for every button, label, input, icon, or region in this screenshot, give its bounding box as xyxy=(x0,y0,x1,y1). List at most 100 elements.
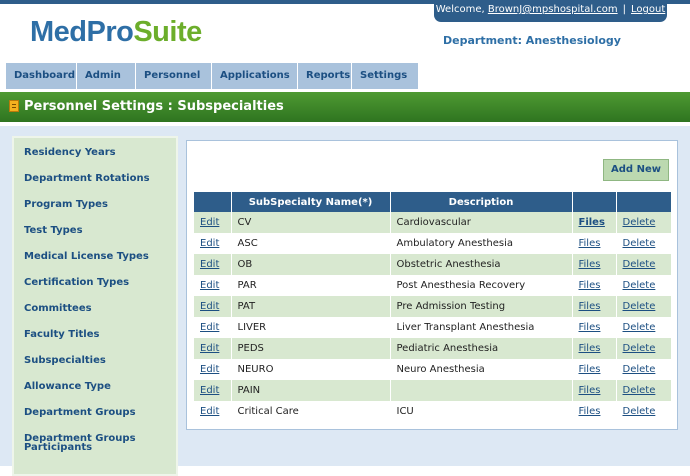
subspecialty-description: ICU xyxy=(390,401,573,422)
delete-link[interactable]: Delete xyxy=(623,385,656,396)
department-label: Department: Anesthesiology xyxy=(443,34,621,47)
edit-link[interactable]: Edit xyxy=(200,301,219,312)
tab-admin[interactable]: Admin xyxy=(77,63,136,89)
delete-link[interactable]: Delete xyxy=(623,322,656,333)
subspecialty-name: PEDS xyxy=(231,338,391,359)
table-row: Edit OB Obstetric Anesthesia Files Delet… xyxy=(194,254,672,275)
app-logo: MedProSuite xyxy=(30,16,202,49)
tab-settings[interactable]: Settings xyxy=(352,63,419,89)
table-row: Edit PAIN Files Delete xyxy=(194,380,672,401)
edit-link[interactable]: Edit xyxy=(200,280,219,291)
files-link[interactable]: Files xyxy=(579,259,601,270)
subspecialty-name: NEURO xyxy=(231,359,391,380)
files-link[interactable]: Files xyxy=(579,406,601,417)
edit-link[interactable]: Edit xyxy=(200,385,219,396)
delete-link[interactable]: Delete xyxy=(623,364,656,375)
welcome-separator: | xyxy=(622,4,627,15)
edit-link[interactable]: Edit xyxy=(200,238,219,249)
table-header-row: SubSpecialty Name(*) Description xyxy=(194,192,672,212)
subspecialty-name: PAIN xyxy=(231,380,391,401)
subspecialties-table: SubSpecialty Name(*) Description Edit CV… xyxy=(194,192,672,422)
subspecialty-description: Neuro Anesthesia xyxy=(390,359,573,380)
files-link[interactable]: Files xyxy=(579,343,601,354)
tab-reports[interactable]: Reports xyxy=(298,63,352,89)
delete-link[interactable]: Delete xyxy=(623,343,656,354)
subspecialty-description: Pre Admission Testing xyxy=(390,296,573,317)
settings-sidebar: Residency Years Department Rotations Pro… xyxy=(12,136,178,476)
logo-part-suite: Suite xyxy=(133,16,202,48)
subspecialty-name: LIVER xyxy=(231,317,391,338)
sidebar-item-department-rotations[interactable]: Department Rotations xyxy=(24,174,174,184)
tab-dashboard[interactable]: Dashboard xyxy=(6,63,77,89)
subspecialty-description: Obstetric Anesthesia xyxy=(390,254,573,275)
page-title: Personnel Settings : Subspecialties xyxy=(24,99,284,114)
subspecialty-name: CV xyxy=(231,212,391,233)
files-link[interactable]: Files xyxy=(579,238,601,249)
edit-link[interactable]: Edit xyxy=(200,343,219,354)
table-row: Edit ASC Ambulatory Anesthesia Files Del… xyxy=(194,233,672,254)
subspecialty-description: Liver Transplant Anesthesia xyxy=(390,317,573,338)
files-link[interactable]: Files xyxy=(579,385,601,396)
sidebar-item-faculty-titles[interactable]: Faculty Titles xyxy=(24,330,174,340)
delete-link[interactable]: Delete xyxy=(623,280,656,291)
col-header-files xyxy=(572,192,617,212)
subspecialty-description: Pediatric Anesthesia xyxy=(390,338,573,359)
edit-link[interactable]: Edit xyxy=(200,406,219,417)
table-row: Edit CV Cardiovascular Files Delete xyxy=(194,212,672,233)
col-header-description[interactable]: Description xyxy=(390,192,573,212)
sidebar-item-test-types[interactable]: Test Types xyxy=(24,226,174,236)
sidebar-item-department-groups-participants[interactable]: Department Groups Participants xyxy=(24,434,174,453)
edit-link[interactable]: Edit xyxy=(200,259,219,270)
delete-link[interactable]: Delete xyxy=(623,217,656,228)
col-header-name[interactable]: SubSpecialty Name(*) xyxy=(231,192,391,212)
table-row: Edit Critical Care ICU Files Delete xyxy=(194,401,672,422)
files-link[interactable]: Files xyxy=(579,364,601,375)
files-link[interactable]: Files xyxy=(579,301,601,312)
sidebar-item-certification-types[interactable]: Certification Types xyxy=(24,278,174,288)
sidebar-item-department-groups[interactable]: Department Groups xyxy=(24,408,174,418)
subspecialty-name: PAR xyxy=(231,275,391,296)
table-row: Edit NEURO Neuro Anesthesia Files Delete xyxy=(194,359,672,380)
tab-applications[interactable]: Applications xyxy=(212,63,298,89)
sidebar-item-medical-license-types[interactable]: Medical License Types xyxy=(24,252,174,262)
files-link[interactable]: Files xyxy=(579,217,605,228)
subspecialty-description: Cardiovascular xyxy=(390,212,573,233)
delete-link[interactable]: Delete xyxy=(623,259,656,270)
add-new-button[interactable]: Add New xyxy=(603,159,669,181)
sidebar-item-committees[interactable]: Committees xyxy=(24,304,174,314)
subspecialty-description: Post Anesthesia Recovery xyxy=(390,275,573,296)
page-header-bar: Personnel Settings : Subspecialties xyxy=(0,92,690,122)
sidebar-item-program-types[interactable]: Program Types xyxy=(24,200,174,210)
subspecialty-name: OB xyxy=(231,254,391,275)
delete-link[interactable]: Delete xyxy=(623,406,656,417)
sidebar-item-allowance-type[interactable]: Allowance Type xyxy=(24,382,174,392)
table-row: Edit PAT Pre Admission Testing Files Del… xyxy=(194,296,672,317)
col-header-delete xyxy=(616,192,672,212)
edit-link[interactable]: Edit xyxy=(200,322,219,333)
subspecialty-description: Ambulatory Anesthesia xyxy=(390,233,573,254)
delete-link[interactable]: Delete xyxy=(623,301,656,312)
document-icon xyxy=(9,100,19,112)
logout-link[interactable]: Logout xyxy=(631,4,665,15)
edit-link[interactable]: Edit xyxy=(200,364,219,375)
welcome-text: Welcome, xyxy=(435,4,485,15)
subspecialty-name: ASC xyxy=(231,233,391,254)
table-row: Edit LIVER Liver Transplant Anesthesia F… xyxy=(194,317,672,338)
files-link[interactable]: Files xyxy=(579,322,601,333)
main-nav: Dashboard Admin Personnel Applications R… xyxy=(6,63,419,89)
sidebar-item-residency-years[interactable]: Residency Years xyxy=(24,148,174,158)
edit-link[interactable]: Edit xyxy=(200,217,219,228)
logo-part-medpro: MedPro xyxy=(30,16,134,48)
tab-personnel[interactable]: Personnel xyxy=(136,63,212,89)
sidebar-item-subspecialties[interactable]: Subspecialties xyxy=(24,356,174,366)
user-welcome-bar: Welcome, BrownJ@mpshospital.com | Logout xyxy=(434,0,667,22)
files-link[interactable]: Files xyxy=(579,280,601,291)
subspecialty-name: PAT xyxy=(231,296,391,317)
subspecialty-name: Critical Care xyxy=(231,401,391,422)
user-email-link[interactable]: BrownJ@mpshospital.com xyxy=(488,4,618,15)
col-header-edit xyxy=(194,192,232,212)
delete-link[interactable]: Delete xyxy=(623,238,656,249)
subspecialty-description xyxy=(390,380,573,401)
table-row: Edit PAR Post Anesthesia Recovery Files … xyxy=(194,275,672,296)
table-row: Edit PEDS Pediatric Anesthesia Files Del… xyxy=(194,338,672,359)
